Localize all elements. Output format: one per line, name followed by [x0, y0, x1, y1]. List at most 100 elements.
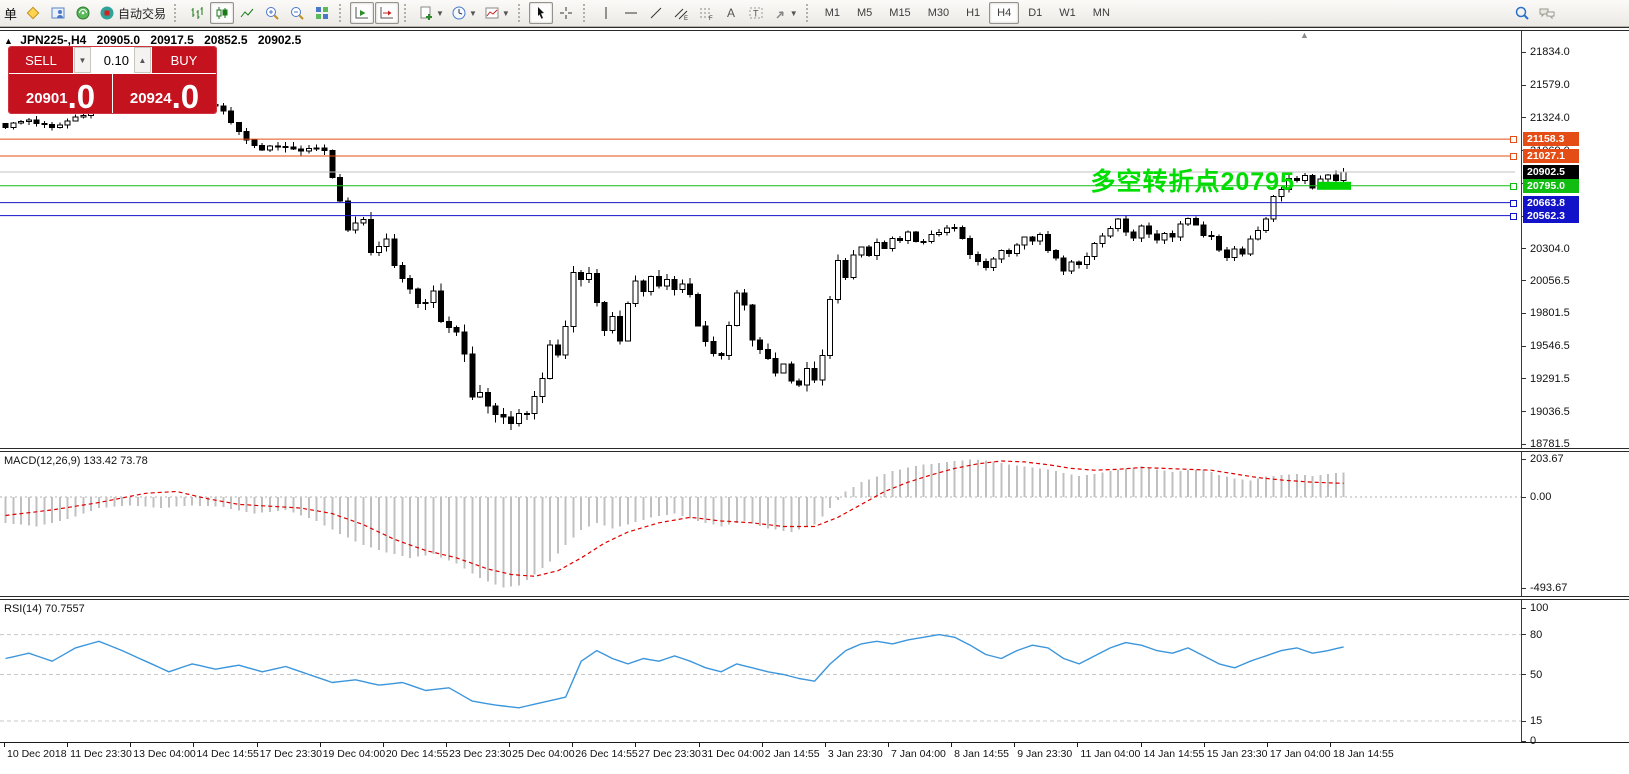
vertical-line-button[interactable] — [594, 2, 618, 24]
chart-annotation-text[interactable]: 多空转折点20795 — [1040, 162, 1295, 198]
cursor-button[interactable] — [529, 2, 553, 24]
svg-text:A: A — [727, 6, 735, 20]
time-axis-tick — [762, 742, 763, 747]
macd-label: MACD(12,26,9) 133.42 73.78 — [4, 455, 148, 467]
arrows-button[interactable]: ▼ — [769, 2, 801, 24]
buy-button[interactable]: BUY — [152, 47, 216, 73]
timeframe-button-h4[interactable]: H4 — [989, 2, 1019, 24]
new-order-button[interactable]: 单 — [4, 4, 17, 23]
time-axis-label: 17 Jan 04:00 — [1270, 748, 1331, 760]
crosshair-icon — [558, 5, 574, 21]
rsi-scale-label: 50 — [1521, 668, 1542, 682]
volume-increase-button[interactable]: ▲ — [134, 47, 151, 73]
line-anchor-handle[interactable] — [1510, 200, 1517, 207]
rsi-scale-label: 0 — [1521, 734, 1536, 748]
fibonacci-button[interactable]: F — [694, 2, 718, 24]
candlestick-chart-button[interactable] — [210, 2, 234, 24]
chart-shift-end-marker[interactable]: ▲ — [1300, 30, 1309, 40]
open-value: 20905.0 — [97, 33, 140, 47]
line-chart-icon — [239, 5, 255, 21]
bar-chart-button[interactable] — [185, 2, 209, 24]
chat-icon — [1538, 5, 1556, 21]
navigator-button[interactable] — [71, 2, 95, 24]
line-anchor-handle[interactable] — [1510, 153, 1517, 160]
text-label-icon: T — [748, 5, 764, 21]
text-label-button[interactable]: T — [744, 2, 768, 24]
time-axis-tick — [257, 742, 258, 747]
timeframe-button-mn[interactable]: MN — [1085, 2, 1118, 24]
zoom-out-button[interactable] — [285, 2, 309, 24]
autotrading-button[interactable]: 自动交易 — [96, 2, 169, 24]
timeframe-button-m5[interactable]: M5 — [849, 2, 880, 24]
time-axis-label: 13 Dec 04:00 — [133, 748, 195, 760]
buy-price-button[interactable]: 20924.0 — [113, 74, 216, 113]
text-button[interactable]: A — [719, 2, 743, 24]
indicators-icon — [418, 5, 434, 21]
timeframe-button-m30[interactable]: M30 — [920, 2, 957, 24]
crosshair-button[interactable] — [554, 2, 578, 24]
search-button[interactable] — [1510, 2, 1534, 24]
line-anchor-handle[interactable] — [1510, 136, 1517, 143]
autotrading-icon — [99, 5, 115, 21]
market-watch-button[interactable] — [46, 2, 70, 24]
time-axis-label: 9 Jan 23:30 — [1017, 748, 1072, 760]
sell-price-button[interactable]: 20901.0 — [9, 74, 112, 113]
indicators-button[interactable]: ▼ — [415, 2, 447, 24]
cursor-icon — [533, 5, 549, 21]
pane-splitter[interactable] — [0, 448, 1629, 452]
highlight-segment[interactable] — [1317, 182, 1351, 190]
macd-scale-label: 203.67 — [1521, 452, 1564, 466]
search-icon — [1514, 5, 1530, 21]
volume-stepper: ▼ 0.10 ▲ — [74, 47, 151, 73]
time-axis-tick — [383, 742, 384, 747]
time-axis-label: 11 Dec 23:30 — [70, 748, 132, 760]
rsi-scale-label: 15 — [1521, 714, 1542, 728]
price-marker-label: 20795.0 — [1523, 179, 1579, 193]
timeframe-button-m1[interactable]: M1 — [817, 2, 848, 24]
auto-scroll-button[interactable] — [350, 2, 374, 24]
line-chart-button[interactable] — [235, 2, 259, 24]
vertical-line-icon — [598, 5, 614, 21]
timeframe-button-h1[interactable]: H1 — [958, 2, 988, 24]
price-tick-label: 18781.5 — [1521, 437, 1570, 451]
volume-decrease-button[interactable]: ▼ — [74, 47, 91, 73]
sell-button[interactable]: SELL — [9, 47, 73, 73]
svg-text:E: E — [684, 16, 688, 21]
time-axis-tick — [67, 742, 68, 747]
main-toolbar: 单 自动交易 ▼ ▼ ▼ E F A T ▼ M1M5M15M30H1H4D1W… — [0, 0, 1629, 27]
time-axis-tick — [509, 742, 510, 747]
time-axis-label: 23 Dec 23:30 — [449, 748, 511, 760]
timeframe-button-d1[interactable]: D1 — [1020, 2, 1050, 24]
trendline-button[interactable] — [644, 2, 668, 24]
profile-button[interactable] — [21, 2, 45, 24]
pane-splitter[interactable] — [0, 596, 1629, 600]
tile-windows-button[interactable] — [310, 2, 334, 24]
time-axis-tick — [572, 742, 573, 747]
line-anchor-handle[interactable] — [1510, 213, 1517, 220]
svg-text:F: F — [709, 16, 713, 21]
chat-button[interactable] — [1535, 2, 1559, 24]
line-anchor-handle[interactable] — [1510, 183, 1517, 190]
periods-button[interactable]: ▼ — [448, 2, 480, 24]
price-tick-label: 19546.5 — [1521, 339, 1570, 353]
chart-shift-button[interactable] — [375, 2, 399, 24]
timeframe-button-m15[interactable]: M15 — [881, 2, 918, 24]
macd-scale-label: 0.00 — [1521, 490, 1551, 504]
macd-scale-label: -493.67 — [1521, 581, 1567, 595]
time-axis-label: 17 Dec 23:30 — [260, 748, 322, 760]
price-marker-label: 20562.3 — [1523, 209, 1579, 223]
macd-signal-line — [6, 461, 1344, 576]
panel-collapse-toggle[interactable]: ▲ — [4, 36, 13, 46]
zoom-out-icon — [289, 5, 305, 21]
time-axis-tick — [193, 742, 194, 747]
time-axis-label: 10 Dec 2018 — [7, 748, 67, 760]
timeframe-button-w1[interactable]: W1 — [1051, 2, 1084, 24]
templates-button[interactable]: ▼ — [481, 2, 513, 24]
channel-button[interactable]: E — [669, 2, 693, 24]
bar-chart-icon — [189, 5, 205, 21]
horizontal-line-button[interactable] — [619, 2, 643, 24]
zoom-in-button[interactable] — [260, 2, 284, 24]
volume-input[interactable]: 0.10 — [91, 47, 134, 73]
chart-title: ▲ JPN225-,H4 20905.0 20917.5 20852.5 209… — [4, 33, 301, 47]
chevron-down-icon: ▼ — [436, 9, 444, 18]
